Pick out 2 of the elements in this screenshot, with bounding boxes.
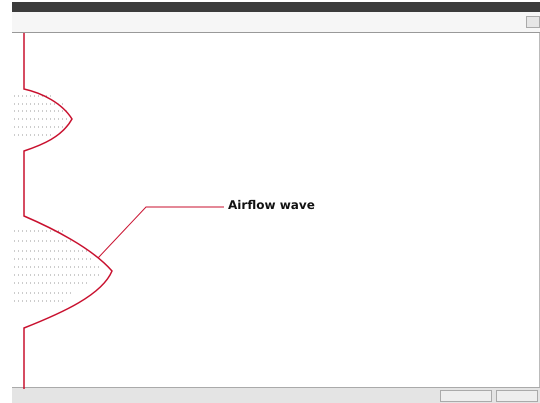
annotation-label: Airflow wave	[228, 198, 315, 212]
toolbar-button[interactable]	[526, 16, 540, 28]
